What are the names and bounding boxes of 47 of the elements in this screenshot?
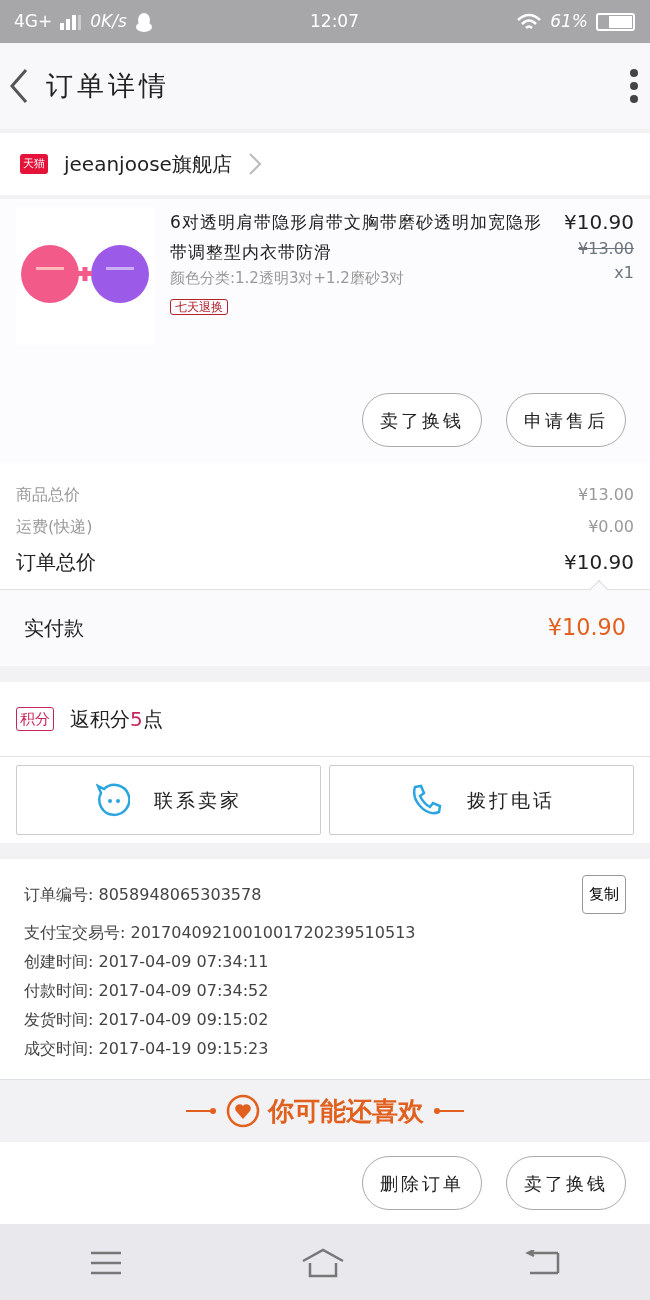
summary-value: ¥0.00 <box>588 516 634 538</box>
info-line: 成交时间: 2017-04-19 09:15:23 <box>24 1038 270 1060</box>
pill-button[interactable]: 删除订单 <box>362 1156 482 1210</box>
info-line: 支付宝交易号: 2017040921001001720239510513 <box>24 922 417 944</box>
copy-button[interactable]: 复制 <box>582 875 626 914</box>
points-text: 返积分5点 <box>70 706 163 733</box>
summary-label: 订单总价 <box>16 549 96 576</box>
menu-icon[interactable] <box>89 1250 122 1276</box>
speed-label: 0K/s <box>90 9 127 33</box>
recommend-title: 你可能还喜欢 <box>268 1094 424 1128</box>
info-line: 创建时间: 2017-04-09 07:34:11 <box>24 951 270 973</box>
shop-name[interactable]: jeeanjoose旗舰店 <box>64 149 232 179</box>
network-label: 4G+ <box>14 9 53 33</box>
chat-bubble-icon <box>95 783 130 817</box>
info-line: 付款时间: 2017-04-09 07:34:52 <box>24 980 270 1002</box>
paid-label: 实付款 <box>24 615 84 642</box>
arrow-line-icon <box>432 1106 464 1116</box>
tmall-badge: 天猫 <box>20 153 48 175</box>
paid-amount: ¥10.90 <box>547 613 626 643</box>
product-price: ¥10.90 <box>564 209 634 236</box>
summary-value: ¥10.90 <box>564 549 634 576</box>
contact-button[interactable]: 联系卖家 <box>16 765 321 835</box>
product-spec: 颜色分类:1.2透明3对+1.2磨砂3对 <box>170 268 406 289</box>
info-line: 订单编号: 8058948065303578 <box>24 884 262 906</box>
product-title: 6对透明肩带隐形肩带文胸带磨砂透明加宽隐形带调整型内衣带防滑 <box>170 211 543 264</box>
summary-label: 商品总价 <box>16 484 80 506</box>
summary-value: ¥13.00 <box>578 484 634 506</box>
pill-button[interactable]: 卖了换钱 <box>362 393 482 447</box>
page-title: 订单详情 <box>46 68 170 103</box>
signal-icon <box>60 13 83 30</box>
original-price: ¥13.00 <box>577 238 634 260</box>
return-policy-tag: 七天退换 <box>170 298 228 315</box>
quantity-label: x1 <box>613 262 634 284</box>
time-label: 12:07 <box>310 9 359 33</box>
battery-label: 61% <box>550 9 588 33</box>
chevron-right-icon <box>247 152 262 176</box>
info-line: 发货时间: 2017-04-09 09:15:02 <box>24 1009 270 1031</box>
contact-button[interactable]: 拨打电话 <box>329 765 634 835</box>
back-arrow-icon[interactable] <box>524 1250 561 1276</box>
battery-icon <box>596 11 636 32</box>
back-icon[interactable] <box>8 68 30 104</box>
pill-button[interactable]: 卖了换钱 <box>506 1156 626 1210</box>
pill-button[interactable]: 申请售后 <box>506 393 626 447</box>
arrow-line-icon <box>186 1106 218 1116</box>
summary-label: 运费(快递) <box>16 516 93 538</box>
points-badge: 积分 <box>16 706 54 732</box>
home-icon[interactable] <box>301 1248 345 1278</box>
